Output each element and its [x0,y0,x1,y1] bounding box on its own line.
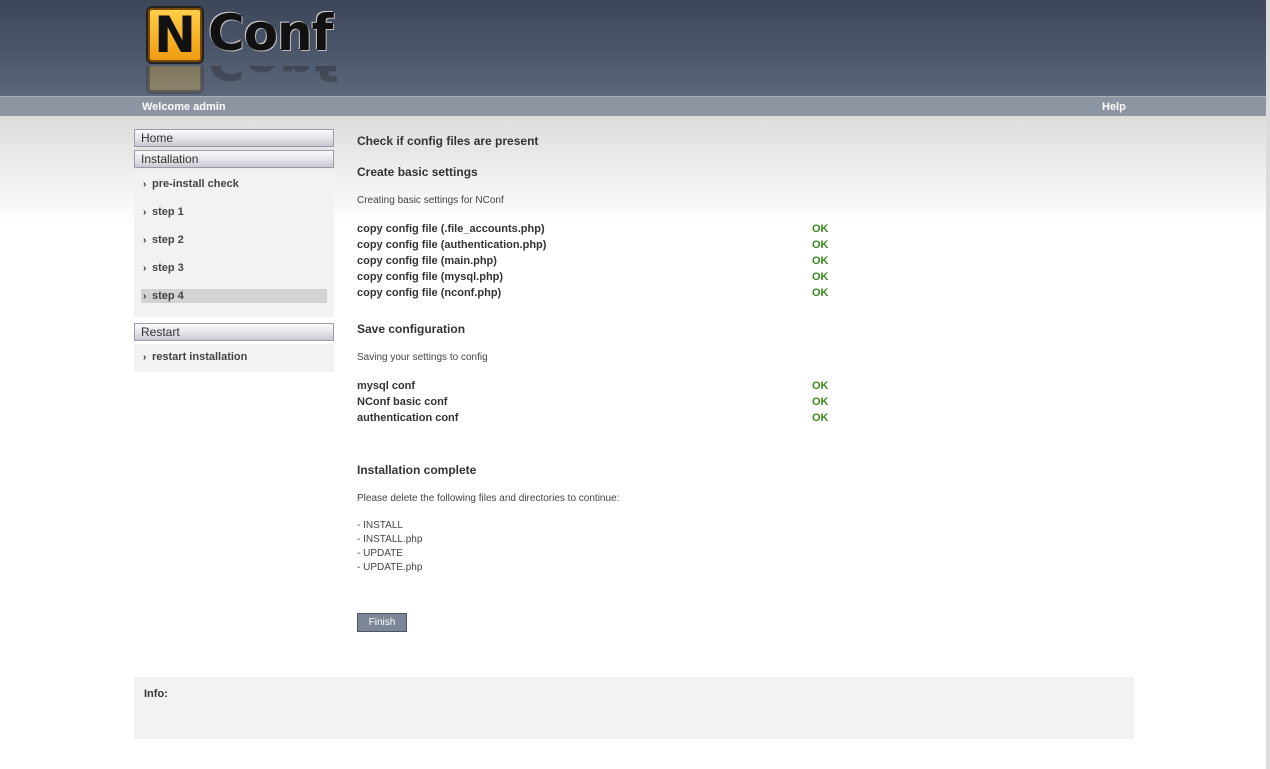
row-label: copy config file (.file_accounts.php) [357,223,545,235]
sidebar-item-step-3[interactable]: › step 3 [141,257,327,285]
chevron-right-icon: › [143,235,147,246]
sidebar-item-restart-installation[interactable]: › restart installation [141,346,327,368]
copy-row: copy config file (nconf.php) OK [357,287,1137,303]
sidebar-item-label: step 1 [152,206,184,218]
status-ok: OK [812,271,829,283]
nconf-logo: N Conf Conf [146,4,356,96]
save-configuration-title: Save configuration [357,322,466,336]
status-ok: OK [812,239,829,251]
logo-letter: N [154,6,196,64]
sidebar-item-step-2[interactable]: › step 2 [141,229,327,257]
logo-word: Conf [208,4,333,62]
row-label: copy config file (mysql.php) [357,271,504,283]
row-label: copy config file (main.php) [357,255,497,267]
logo-word-reflection: Conf [208,66,336,90]
status-ok: OK [812,255,829,267]
copy-row: copy config file (main.php) OK [357,255,1137,271]
copy-row: copy config file (authentication.php) OK [357,239,1137,255]
installation-complete-desc: Please delete the following files and di… [357,493,620,504]
info-label: Info: [144,688,168,700]
create-basic-settings-title: Create basic settings [357,165,478,179]
list-item: - UPDATE [357,548,403,559]
status-ok: OK [812,380,829,392]
sidebar-item-label: step 3 [152,262,184,274]
copy-row: copy config file (mysql.php) OK [357,271,1137,287]
logo-reflection: Conf [146,66,356,94]
create-basic-settings-desc: Creating basic settings for NConf [357,195,504,206]
files-to-delete-list: - INSTALL - INSTALL.php - UPDATE - UPDAT… [357,520,1137,576]
top-bar: Welcome admin Help [0,96,1270,116]
sidebar-item-step-4[interactable]: › step 4 [141,285,327,313]
chevron-right-icon: › [143,179,147,190]
sidebar-restart-header[interactable]: Restart [134,323,334,341]
copy-row: copy config file (.file_accounts.php) OK [357,223,1137,239]
sidebar-installation-header[interactable]: Installation [134,150,334,168]
sidebar-item-label: step 2 [152,234,184,246]
list-item: - INSTALL.php [357,534,423,545]
installation-complete-title: Installation complete [357,463,477,477]
row-label: authentication conf [357,412,459,424]
list-item: - INSTALL [357,520,403,531]
row-label: copy config file (authentication.php) [357,239,547,251]
help-link[interactable]: Help [1102,101,1126,113]
status-ok: OK [812,396,829,408]
check-config-title: Check if config files are present [357,134,539,148]
save-configuration-desc: Saving your settings to config [357,352,488,363]
row-label: copy config file (nconf.php) [357,287,502,299]
sidebar-item-label: restart installation [152,351,248,363]
header: N Conf Conf [0,0,1270,96]
row-label: mysql conf [357,380,416,392]
status-ok: OK [812,412,829,424]
save-row: authentication conf OK [357,412,1137,428]
sidebar-home[interactable]: Home [134,129,334,147]
sidebar-item-label: step 4 [152,290,184,302]
status-ok: OK [812,287,829,299]
installation-panel: › pre-install check › step 1 › step 2 › step… [134,171,334,317]
active-item-highlight: › step 4 [141,289,327,303]
info-panel: Info: [134,677,1134,739]
restart-panel: › restart installation [134,344,334,372]
status-ok: OK [812,223,829,235]
save-row: mysql conf OK [357,380,1137,396]
chevron-right-icon: › [143,352,147,363]
sidebar-item-pre-install-check[interactable]: › pre-install check [141,173,327,201]
chevron-right-icon: › [143,291,147,302]
chevron-right-icon: › [143,263,147,274]
sidebar-item-step-1[interactable]: › step 1 [141,201,327,229]
chevron-right-icon: › [143,207,147,218]
window-edge [1266,0,1270,769]
row-label: NConf basic conf [357,396,448,408]
sidebar-item-label: pre-install check [152,178,239,190]
welcome-text: Welcome admin [142,101,226,113]
finish-button[interactable]: Finish [357,613,407,632]
sidebar: Home Installation › pre-install check › st… [134,129,334,372]
logo-badge-reflection [146,66,204,94]
list-item: - UPDATE.php [357,562,423,573]
main-content: Check if config files are present Create… [357,134,1137,576]
save-row: NConf basic conf OK [357,396,1137,412]
